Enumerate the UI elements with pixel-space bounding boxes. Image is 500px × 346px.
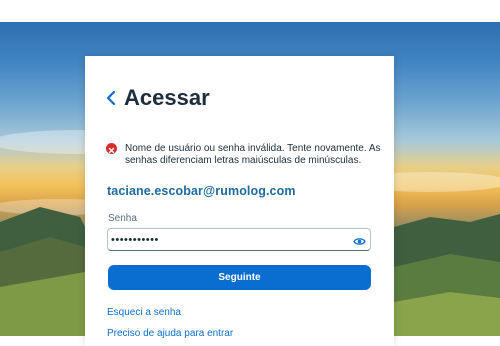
password-label: Senha <box>108 213 137 224</box>
continue-button[interactable]: Seguinte <box>108 265 371 290</box>
chevron-left-icon <box>106 91 116 105</box>
user-email: taciane.escobar@rumolog.com <box>107 184 296 198</box>
back-button[interactable] <box>104 89 118 107</box>
password-value: ••••••••••• <box>111 234 159 246</box>
forgot-password-link[interactable]: Esqueci a senha <box>107 307 181 318</box>
eye-icon <box>353 238 366 245</box>
page-title: Acessar <box>124 85 210 110</box>
need-help-link[interactable]: Preciso de ajuda para entrar <box>107 328 233 339</box>
error-message: Nome de usuário ou senha inválida. Tente… <box>125 143 381 166</box>
error-icon <box>106 143 117 154</box>
top-strip <box>0 0 500 22</box>
show-password-button[interactable] <box>353 234 366 245</box>
